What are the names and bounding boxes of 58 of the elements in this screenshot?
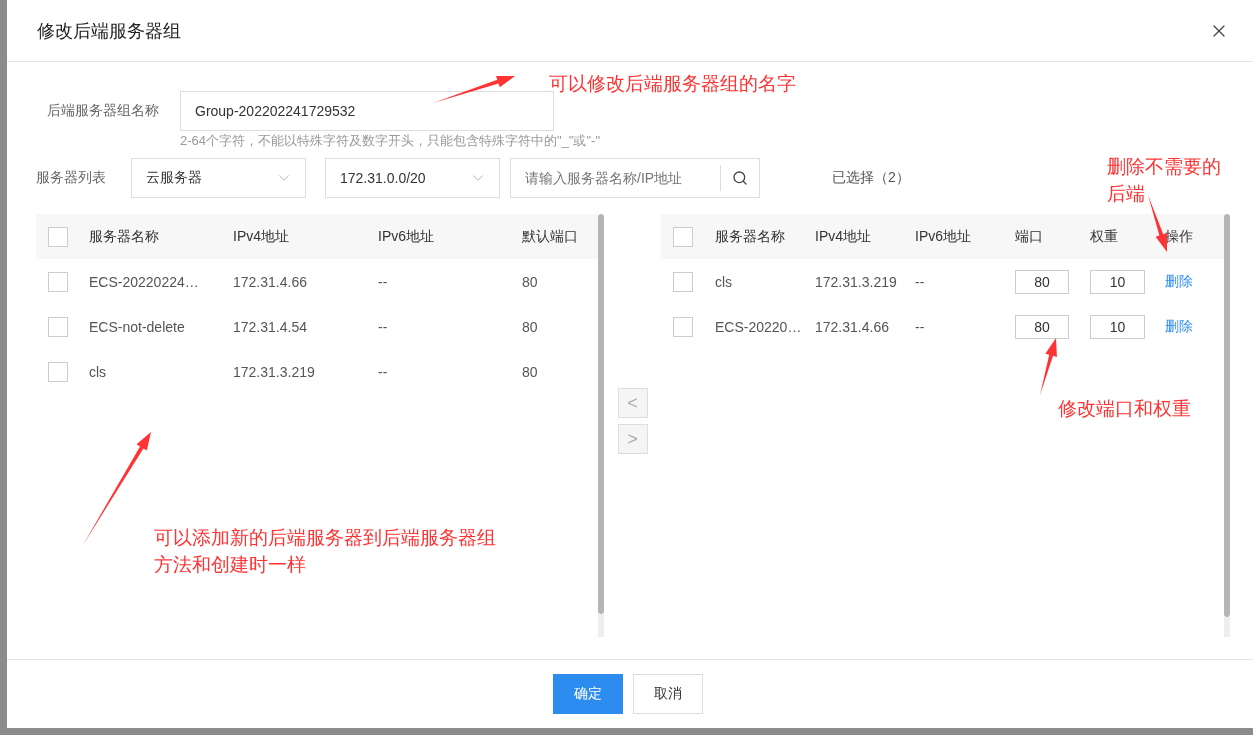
table-cell-text: 172.31.3.219 [815, 273, 898, 290]
checkbox[interactable] [48, 316, 68, 337]
annotation-text: 删除不需要的 [1107, 155, 1221, 179]
table-cell-text: ECS-20220… [715, 318, 803, 335]
annotation-text: 可以添加新的后端服务器到后端服务器组 [154, 526, 496, 550]
annotation-text: 后端 [1107, 182, 1145, 206]
table-cell-text: 80 [522, 273, 539, 290]
column-header: IPv6地址 [915, 227, 972, 246]
checkbox[interactable] [48, 361, 68, 382]
column-header: 默认端口 [522, 227, 579, 246]
table-cell-text: cls [715, 273, 734, 290]
column-header: 服务器名称 [715, 227, 786, 246]
table-cell-text: 172.31.3.219 [233, 363, 316, 380]
field-label: 后端服务器组名称 [47, 102, 160, 120]
column-header: IPv4地址 [815, 227, 872, 246]
annotation-text: 修改端口和权重 [1058, 397, 1191, 421]
weight-input[interactable]: 10 [1090, 314, 1145, 339]
checkbox[interactable] [673, 271, 693, 292]
delete-link[interactable]: 删除 [1165, 317, 1193, 334]
weight-input[interactable]: 10 [1090, 269, 1145, 294]
scrollbar[interactable] [1224, 214, 1230, 637]
column-header: IPv6地址 [378, 227, 435, 246]
table-cell-text: -- [915, 273, 926, 290]
table-cell-text: 172.31.4.54 [233, 318, 308, 335]
arrow [1148, 195, 1167, 252]
field-hint: 2-64个字符，不能以特殊字符及数字开头，只能包含特殊字符中的"_"或"-" [180, 132, 602, 150]
subnet-select[interactable]: 172.31.0.0/20 [325, 158, 500, 198]
table-cell-text: ECS-not-delete [89, 318, 186, 335]
column-header: 端口 [1015, 227, 1044, 246]
checkbox[interactable] [48, 226, 68, 247]
table-cell-text: ECS-20220224… [89, 273, 200, 290]
annotation-text: 方法和创建时一样 [154, 553, 306, 577]
table-cell-text: 172.31.4.66 [233, 273, 308, 290]
input-field[interactable]: Group-202202241729532 [180, 91, 554, 131]
field-label: 服务器列表 [36, 169, 107, 187]
selected-count: 已选择（2） [832, 169, 910, 187]
column-header: 权重 [1090, 227, 1119, 246]
table-cell-text: cls [89, 363, 108, 380]
delete-link[interactable]: 删除 [1165, 272, 1193, 289]
port-input[interactable]: 80 [1015, 269, 1069, 294]
checkbox[interactable] [48, 271, 68, 292]
cancel-button[interactable]: 取消 [633, 674, 703, 714]
column-header: IPv4地址 [233, 227, 290, 246]
table-cell-text: 80 [522, 318, 539, 335]
table-cell-text: -- [378, 273, 389, 290]
checkbox[interactable] [673, 226, 693, 247]
table-cell-text: -- [915, 318, 926, 335]
search-field[interactable]: 请输入服务器名称/IP地址 [510, 158, 760, 198]
table-cell-text: 172.31.4.66 [815, 318, 890, 335]
column-header: 服务器名称 [89, 227, 160, 246]
port-input[interactable]: 80 [1015, 314, 1069, 339]
scrollbar[interactable] [598, 214, 604, 637]
checkbox[interactable] [673, 316, 693, 337]
dialog-title: 修改后端服务器组 [37, 19, 181, 43]
type-select[interactable]: 云服务器 [131, 158, 306, 198]
table-cell-text: -- [378, 318, 389, 335]
table-cell-text: 80 [522, 363, 539, 380]
table-cell-text: -- [378, 363, 389, 380]
